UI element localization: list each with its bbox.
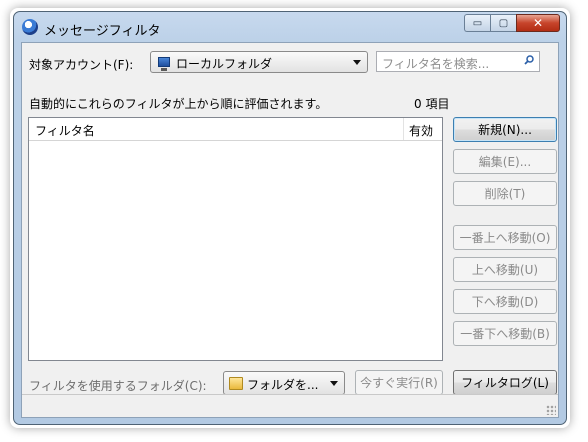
window-title: メッセージフィルタ bbox=[44, 24, 161, 39]
resize-grip-icon[interactable] bbox=[546, 405, 556, 415]
run-now-button[interactable]: 今すぐ実行(R) bbox=[355, 370, 443, 395]
column-divider bbox=[403, 118, 404, 140]
dialog-client-area: 対象アカウント(F): ローカルフォルダ フィルタ名を検索... 自動的にこれら… bbox=[21, 42, 559, 418]
move-to-bottom-button[interactable]: 一番下へ移動(B) bbox=[453, 321, 557, 346]
filter-log-button[interactable]: フィルタログ(L) bbox=[453, 370, 557, 395]
evaluation-order-note: 自動的にこれらのフィルタが上から順に評価されます。 bbox=[29, 97, 328, 111]
new-filter-button[interactable]: 新規(N)... bbox=[453, 117, 557, 142]
edit-filter-button[interactable]: 編集(E)... bbox=[453, 149, 557, 174]
status-bar bbox=[22, 394, 558, 417]
folder-icon bbox=[229, 377, 243, 390]
move-up-button[interactable]: 上へ移動(U) bbox=[453, 257, 557, 282]
local-folders-icon bbox=[158, 57, 170, 71]
search-placeholder: フィルタ名を検索... bbox=[382, 57, 490, 71]
filter-search-input[interactable]: フィルタ名を検索... bbox=[376, 51, 540, 72]
window-controls: ▭ ▢ ✕ bbox=[464, 14, 560, 34]
chevron-down-icon bbox=[330, 381, 338, 386]
filter-list-header: フィルタ名 有効 bbox=[29, 118, 442, 141]
maximize-button[interactable]: ▢ bbox=[490, 14, 516, 32]
close-icon: ✕ bbox=[532, 16, 544, 30]
thunderbird-app-icon bbox=[22, 19, 38, 35]
search-icon[interactable] bbox=[524, 55, 534, 65]
chevron-down-icon bbox=[353, 60, 361, 65]
title-bar[interactable]: メッセージフィルタ ▭ ▢ ✕ bbox=[14, 12, 566, 42]
close-button[interactable]: ✕ bbox=[516, 14, 560, 32]
column-header-enabled[interactable]: 有効 bbox=[409, 122, 433, 139]
message-filters-window: メッセージフィルタ ▭ ▢ ✕ 対象アカウント(F): ローカルフォルダ フィル… bbox=[13, 11, 567, 425]
filter-count: 0 項目 bbox=[414, 97, 450, 111]
account-select-value: ローカルフォルダ bbox=[176, 57, 273, 71]
account-label: 対象アカウント(F): bbox=[29, 58, 134, 72]
minimize-button[interactable]: ▭ bbox=[464, 14, 490, 32]
run-folder-label: フィルタを使用するフォルダ(C): bbox=[29, 379, 207, 393]
minimize-icon: ▭ bbox=[472, 17, 483, 29]
move-down-button[interactable]: 下へ移動(D) bbox=[453, 289, 557, 314]
maximize-icon: ▢ bbox=[498, 17, 509, 29]
run-folder-select-value: フォルダを... bbox=[247, 378, 319, 392]
run-folder-select[interactable]: フォルダを... bbox=[223, 371, 345, 395]
delete-filter-button[interactable]: 削除(T) bbox=[453, 181, 557, 206]
filter-list[interactable]: フィルタ名 有効 bbox=[28, 117, 443, 361]
column-header-filter-name[interactable]: フィルタ名 bbox=[35, 122, 95, 139]
move-to-top-button[interactable]: 一番上へ移動(O) bbox=[453, 225, 557, 250]
account-select[interactable]: ローカルフォルダ bbox=[150, 51, 368, 73]
